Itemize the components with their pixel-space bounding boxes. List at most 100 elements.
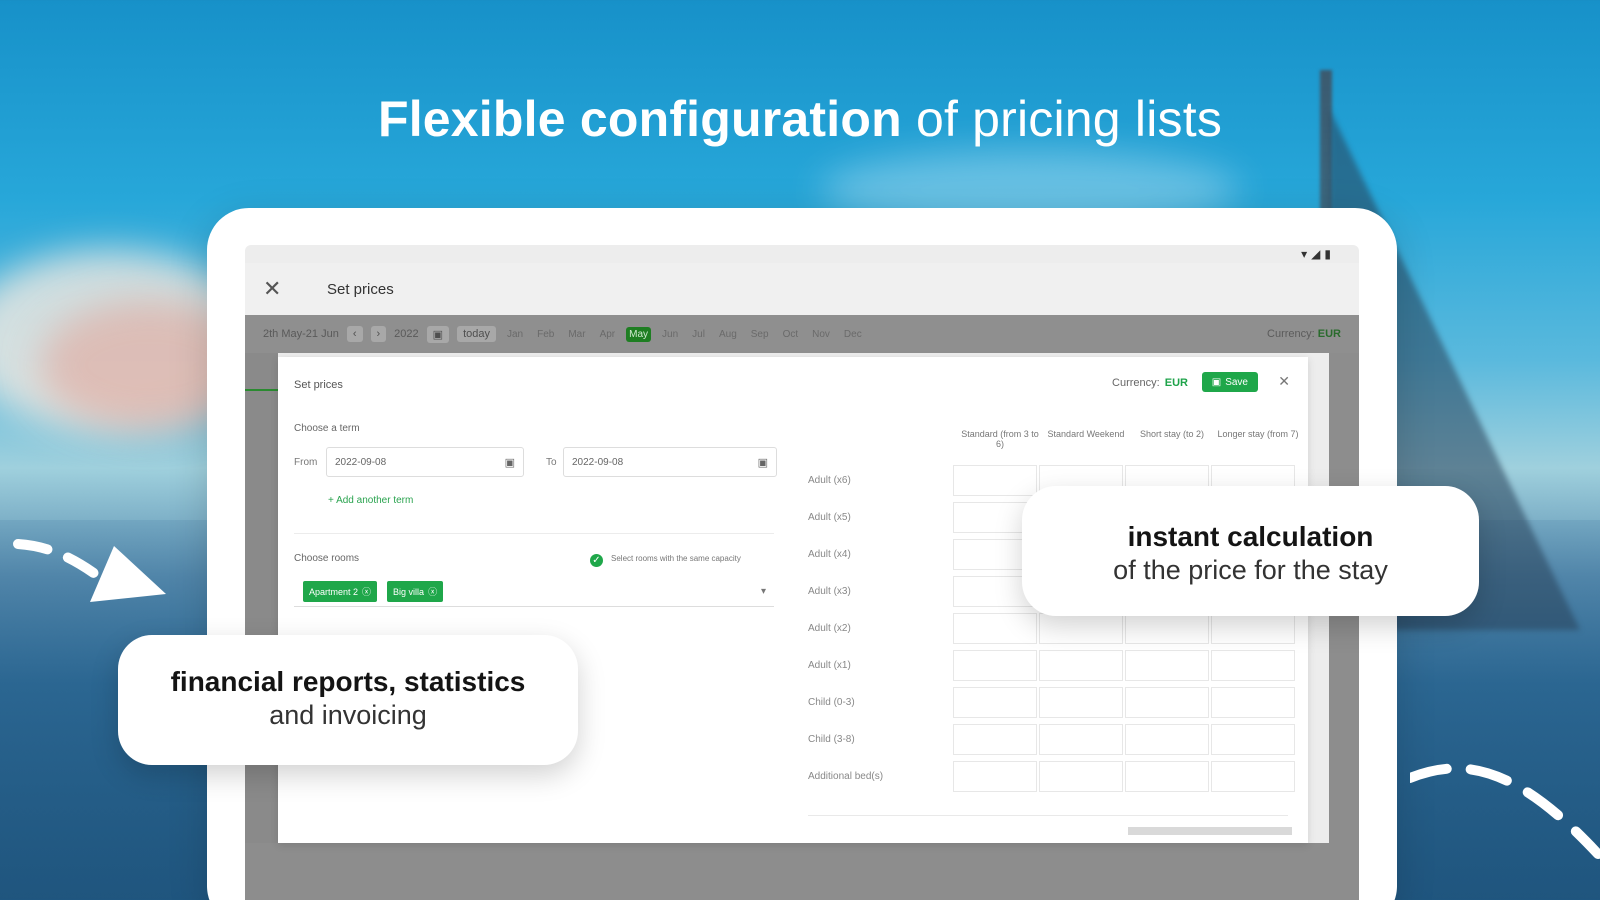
sidebar-overlay xyxy=(245,353,278,900)
month-sep[interactable]: Sep xyxy=(748,327,772,342)
next-button[interactable]: › xyxy=(370,326,387,342)
background-toolbar: 2th May-21 Jun ‹ › 2022 ▣ today Jan Feb … xyxy=(245,315,1359,353)
price-input[interactable] xyxy=(953,687,1037,718)
price-column-header: Standard Weekend xyxy=(1047,429,1125,439)
price-input[interactable] xyxy=(1125,613,1209,644)
price-input[interactable] xyxy=(1125,650,1209,681)
month-apr[interactable]: Apr xyxy=(597,327,619,342)
calendar-icon[interactable]: ▣ xyxy=(505,456,515,469)
dashed-arrow-icon xyxy=(13,539,166,602)
month-jan[interactable]: Jan xyxy=(504,327,526,342)
prev-button[interactable]: ‹ xyxy=(346,326,363,342)
calendar-icon[interactable]: ▣ xyxy=(426,325,450,343)
price-row-label: Adult (x6) xyxy=(808,475,851,486)
price-input[interactable] xyxy=(1125,724,1209,755)
modal-close-button[interactable]: ✕ xyxy=(1278,373,1290,390)
month-aug[interactable]: Aug xyxy=(716,327,740,342)
month-jul[interactable]: Jul xyxy=(689,327,708,342)
today-button[interactable]: today xyxy=(457,326,496,342)
headline: Flexible configuration of pricing lists xyxy=(0,88,1600,150)
save-button[interactable]: ▣ Save xyxy=(1201,372,1258,392)
month-oct[interactable]: Oct xyxy=(780,327,802,342)
same-capacity-label: Select rooms with the same capacity xyxy=(611,554,741,563)
table-row: Additional bed(s) xyxy=(808,758,1308,795)
table-row: Child (0-3) xyxy=(808,684,1308,721)
calendar-icon[interactable]: ▣ xyxy=(758,456,768,469)
table-row: Adult (x1) xyxy=(808,647,1308,684)
month-nov[interactable]: Nov xyxy=(809,327,833,342)
callout-right-bold: instant calculation xyxy=(1127,521,1374,552)
price-input[interactable] xyxy=(1039,687,1123,718)
room-tag[interactable]: Apartment 2 ⓧ xyxy=(303,581,378,602)
year: 2022 xyxy=(394,328,419,340)
room-select[interactable]: Apartment 2 ⓧ Big villa ⓧ ▾ xyxy=(294,577,774,607)
price-table-header: Standard (from 3 to 6) Standard Weekend … xyxy=(958,429,1300,449)
rooms-label: Choose rooms xyxy=(294,553,360,564)
price-column-header: Standard (from 3 to 6) xyxy=(961,429,1039,449)
price-input[interactable] xyxy=(953,761,1037,792)
from-date-field[interactable]: 2022-09-08 ▣ xyxy=(326,447,524,477)
same-capacity-checkbox[interactable]: ✓ Select rooms with the same capacity xyxy=(590,554,756,567)
price-input[interactable] xyxy=(1125,761,1209,792)
price-input[interactable] xyxy=(953,465,1037,496)
price-input[interactable] xyxy=(1211,761,1295,792)
price-input[interactable] xyxy=(1211,650,1295,681)
price-row-label: Adult (x5) xyxy=(808,512,851,523)
callout-left-normal: and invoicing xyxy=(269,700,427,730)
callout-financial-reports: financial reports, statistics and invoic… xyxy=(118,635,578,765)
month-may[interactable]: May xyxy=(626,326,652,342)
price-input[interactable] xyxy=(1211,687,1295,718)
price-column-header: Short stay (to 2) xyxy=(1139,429,1205,439)
price-input[interactable] xyxy=(1125,687,1209,718)
price-input[interactable] xyxy=(1039,613,1123,644)
battery-icon: ▮ xyxy=(1324,247,1331,261)
price-row-label: Adult (x4) xyxy=(808,549,851,560)
headline-light: of pricing lists xyxy=(915,91,1223,147)
month-jun[interactable]: Jun xyxy=(659,327,681,342)
scrollbar[interactable] xyxy=(1128,827,1292,835)
price-input[interactable] xyxy=(1039,761,1123,792)
price-input[interactable] xyxy=(1211,724,1295,755)
status-bar: ▾ ◢ ▮ xyxy=(1301,245,1331,263)
from-date-value: 2022-09-08 xyxy=(335,456,387,468)
month-feb[interactable]: Feb xyxy=(534,327,557,342)
price-row-label: Adult (x2) xyxy=(808,623,851,634)
price-input[interactable] xyxy=(953,650,1037,681)
chevron-down-icon[interactable]: ▾ xyxy=(761,586,766,597)
currency-display: Currency: EUR xyxy=(1267,328,1341,340)
headline-strong: Flexible configuration xyxy=(377,91,902,147)
save-label: Save xyxy=(1225,376,1248,388)
price-row-label: Child (3-8) xyxy=(808,734,855,745)
close-button[interactable]: ✕ xyxy=(263,276,303,302)
table-divider xyxy=(808,815,1288,816)
signal-icon: ◢ xyxy=(1311,247,1321,261)
callout-right-normal: of the price for the stay xyxy=(1113,555,1388,585)
price-input[interactable] xyxy=(953,724,1037,755)
price-input[interactable] xyxy=(1039,724,1123,755)
table-row: Child (3-8) xyxy=(808,721,1308,758)
price-input[interactable] xyxy=(1039,650,1123,681)
callout-left-bold: financial reports, statistics xyxy=(170,666,526,697)
date-range: 2th May-21 Jun xyxy=(263,328,339,340)
price-column-header: Longer stay (from 7) xyxy=(1217,429,1299,439)
price-row-label: Adult (x3) xyxy=(808,586,851,597)
price-row-label: Adult (x1) xyxy=(808,660,851,671)
remove-tag-icon[interactable]: ⓧ xyxy=(428,585,437,598)
remove-tag-icon[interactable]: ⓧ xyxy=(362,585,371,598)
section-divider xyxy=(294,533,774,534)
add-term-button[interactable]: + Add another term xyxy=(328,495,413,506)
bottom-overlay xyxy=(245,843,1359,900)
page-title: Set prices xyxy=(327,280,394,298)
callout-instant-calculation: instant calculation of the price for the… xyxy=(1022,486,1479,616)
modal-currency: Currency: EUR xyxy=(1112,377,1188,389)
to-date-field[interactable]: 2022-09-08 ▣ xyxy=(563,447,777,477)
to-date-value: 2022-09-08 xyxy=(572,456,624,468)
room-tag[interactable]: Big villa ⓧ xyxy=(387,581,444,602)
month-dec[interactable]: Dec xyxy=(841,327,865,342)
price-input[interactable] xyxy=(953,613,1037,644)
price-input[interactable] xyxy=(1211,613,1295,644)
month-mar[interactable]: Mar xyxy=(565,327,588,342)
app-bar: ✕ Set prices xyxy=(245,263,1359,315)
price-row-label: Additional bed(s) xyxy=(808,771,884,782)
from-label: From xyxy=(294,457,318,468)
